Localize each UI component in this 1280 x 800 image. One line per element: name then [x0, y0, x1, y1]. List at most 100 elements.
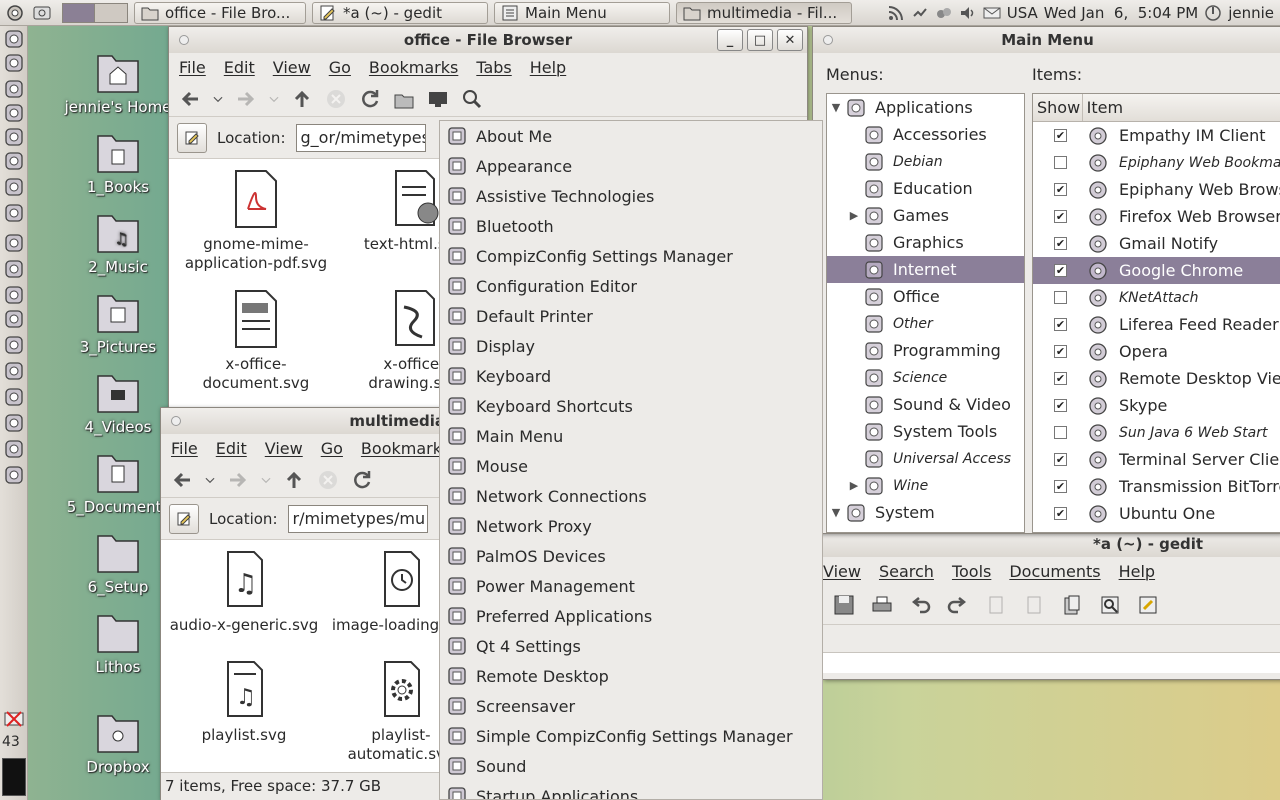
workspace-1[interactable]	[63, 3, 95, 22]
menu-search[interactable]: Search	[879, 562, 934, 581]
menu-item-power-management[interactable]: Power Management	[440, 571, 822, 601]
keyboard-layout[interactable]: USA	[1007, 4, 1038, 22]
menu-item-mouse[interactable]: Mouse	[440, 451, 822, 481]
menu-item-remote-desktop[interactable]: Remote Desktop	[440, 661, 822, 691]
rss-icon[interactable]	[887, 4, 905, 22]
tree-row-universal-access[interactable]: Universal Access	[827, 445, 1024, 472]
item-row-ubuntu-one[interactable]: ✔ Ubuntu One	[1033, 500, 1280, 527]
tree-row-other[interactable]: Other	[827, 310, 1024, 337]
item-row-firefox-web-browser[interactable]: ✔ Firefox Web Browser	[1033, 203, 1280, 230]
desktop-clock-icon[interactable]	[30, 2, 54, 24]
text-area[interactable]	[823, 653, 1280, 673]
home-icon[interactable]	[391, 86, 417, 112]
show-checkbox[interactable]: ✔	[1054, 453, 1067, 466]
menu-item-palmos-devices[interactable]: PalmOS Devices	[440, 541, 822, 571]
menu-file[interactable]: File	[179, 58, 206, 77]
menu-item-preferred-applications[interactable]: Preferred Applications	[440, 601, 822, 631]
menu-item-assistive-technologies[interactable]: Assistive Technologies	[440, 181, 822, 211]
menu-view[interactable]: View	[823, 562, 861, 581]
menu-item-sound[interactable]: Sound	[440, 751, 822, 781]
task-main-menu[interactable]: Main Menu	[494, 1, 670, 24]
file-item[interactable]: x-office-document.svg	[181, 287, 331, 393]
palette-icon[interactable]	[3, 334, 25, 356]
tree-row-programming[interactable]: Programming	[827, 337, 1024, 364]
menu-go[interactable]: Go	[321, 439, 343, 458]
location-input[interactable]: g_or/mimetypes/	[295, 123, 426, 152]
tree-row-graphics[interactable]: Graphics	[827, 229, 1024, 256]
menu-item-configuration-editor[interactable]: Configuration Editor	[440, 271, 822, 301]
tree-row-applications[interactable]: ▼ Applications	[827, 94, 1024, 121]
item-row-google-chrome[interactable]: ✔ Google Chrome	[1033, 257, 1280, 284]
menu-item-display[interactable]: Display	[440, 331, 822, 361]
terminal-icon[interactable]	[3, 102, 25, 124]
menu-bookmarks[interactable]: Bookmarks	[361, 439, 450, 458]
menu-item-network-proxy[interactable]: Network Proxy	[440, 511, 822, 541]
menu-tabs[interactable]: Tabs	[476, 58, 511, 77]
reload-icon[interactable]	[349, 467, 375, 493]
tree-row-games[interactable]: ▶ Games	[827, 202, 1024, 229]
system-monitor-graph[interactable]	[2, 758, 26, 796]
expander-arrow-icon[interactable]: ▼	[827, 506, 845, 519]
username[interactable]: jennie	[1228, 4, 1274, 22]
window-menu-icon[interactable]	[179, 35, 189, 45]
book-icon[interactable]	[3, 360, 25, 382]
column-show-header[interactable]: Show	[1033, 94, 1083, 121]
item-row-empathy-im-client[interactable]: ✔ Empathy IM Client	[1033, 122, 1280, 149]
forward-icon[interactable]	[233, 86, 259, 112]
network-icon[interactable]	[3, 284, 25, 306]
window-titlebar[interactable]: *a (~) - gedit	[823, 531, 1280, 557]
menu-item-startup-applications[interactable]: Startup Applications	[440, 781, 822, 799]
show-checkbox[interactable]	[1054, 156, 1067, 169]
item-row-liferea-feed-reader[interactable]: ✔ Liferea Feed Reader	[1033, 311, 1280, 338]
window-titlebar[interactable]: office - File Browser _ □ ✕	[169, 27, 807, 53]
menu-go[interactable]: Go	[329, 58, 351, 77]
close-button[interactable]: ✕	[777, 29, 803, 51]
item-row-gmail-notify[interactable]: ✔ Gmail Notify	[1033, 230, 1280, 257]
back-icon[interactable]	[169, 467, 195, 493]
tree-row-system-tools[interactable]: System Tools	[827, 418, 1024, 445]
trash-icon[interactable]	[3, 52, 25, 74]
undo-icon[interactable]	[907, 592, 933, 618]
volume-icon[interactable]	[959, 4, 977, 22]
replace-icon[interactable]	[1135, 592, 1161, 618]
edit-location-button[interactable]	[169, 503, 199, 534]
redo-icon[interactable]	[945, 592, 971, 618]
menu-help[interactable]: Help	[1119, 562, 1155, 581]
desktop-icon-music[interactable]: ♫ 2_Music	[58, 206, 178, 276]
column-item-header[interactable]: Item	[1083, 94, 1280, 121]
show-checkbox[interactable]: ✔	[1054, 507, 1067, 520]
task-office-browser[interactable]: office - File Bro...	[134, 1, 306, 24]
forward-history-chevron-icon[interactable]	[259, 467, 273, 493]
tree-row-accessories[interactable]: Accessories	[827, 121, 1024, 148]
back-history-chevron-icon[interactable]	[203, 467, 217, 493]
window-titlebar[interactable]: Main Menu	[813, 27, 1280, 53]
desktop-icon-pictures[interactable]: 3_Pictures	[58, 286, 178, 356]
menu-edit[interactable]: Edit	[216, 439, 247, 458]
opera-icon[interactable]	[3, 150, 25, 172]
menu-item-network-connections[interactable]: Network Connections	[440, 481, 822, 511]
menu-item-bluetooth[interactable]: Bluetooth	[440, 211, 822, 241]
item-row-transmission-bittorrent[interactable]: ✔ Transmission BitTorrent	[1033, 473, 1280, 500]
show-checkbox[interactable]: ✔	[1054, 264, 1067, 277]
stack-icon[interactable]	[3, 438, 25, 460]
paste-icon[interactable]	[1059, 592, 1085, 618]
show-checkbox[interactable]: ✔	[1054, 237, 1067, 250]
show-checkbox[interactable]	[1054, 426, 1067, 439]
back-icon[interactable]	[177, 86, 203, 112]
task-gedit[interactable]: *a (~) - gedit	[312, 1, 488, 24]
stop-icon[interactable]	[315, 467, 341, 493]
monitor-icon[interactable]	[3, 412, 25, 434]
workspace-switcher[interactable]	[62, 2, 128, 23]
copy-icon[interactable]	[1021, 592, 1047, 618]
gear-icon[interactable]	[3, 28, 25, 50]
find-icon[interactable]	[1097, 592, 1123, 618]
search-icon[interactable]	[459, 86, 485, 112]
clock[interactable]: Wed Jan 6, 5:04 PM	[1044, 4, 1198, 22]
item-row-opera[interactable]: ✔ Opera	[1033, 338, 1280, 365]
show-checkbox[interactable]	[1054, 291, 1067, 304]
menu-edit[interactable]: Edit	[224, 58, 255, 77]
item-row-sun-java-6-web-start[interactable]: Sun Java 6 Web Start	[1033, 419, 1280, 446]
expander-arrow-icon[interactable]: ▼	[827, 101, 845, 114]
window-titlebar[interactable]: multimedia	[161, 408, 449, 434]
expander-arrow-icon[interactable]: ▶	[845, 209, 863, 222]
